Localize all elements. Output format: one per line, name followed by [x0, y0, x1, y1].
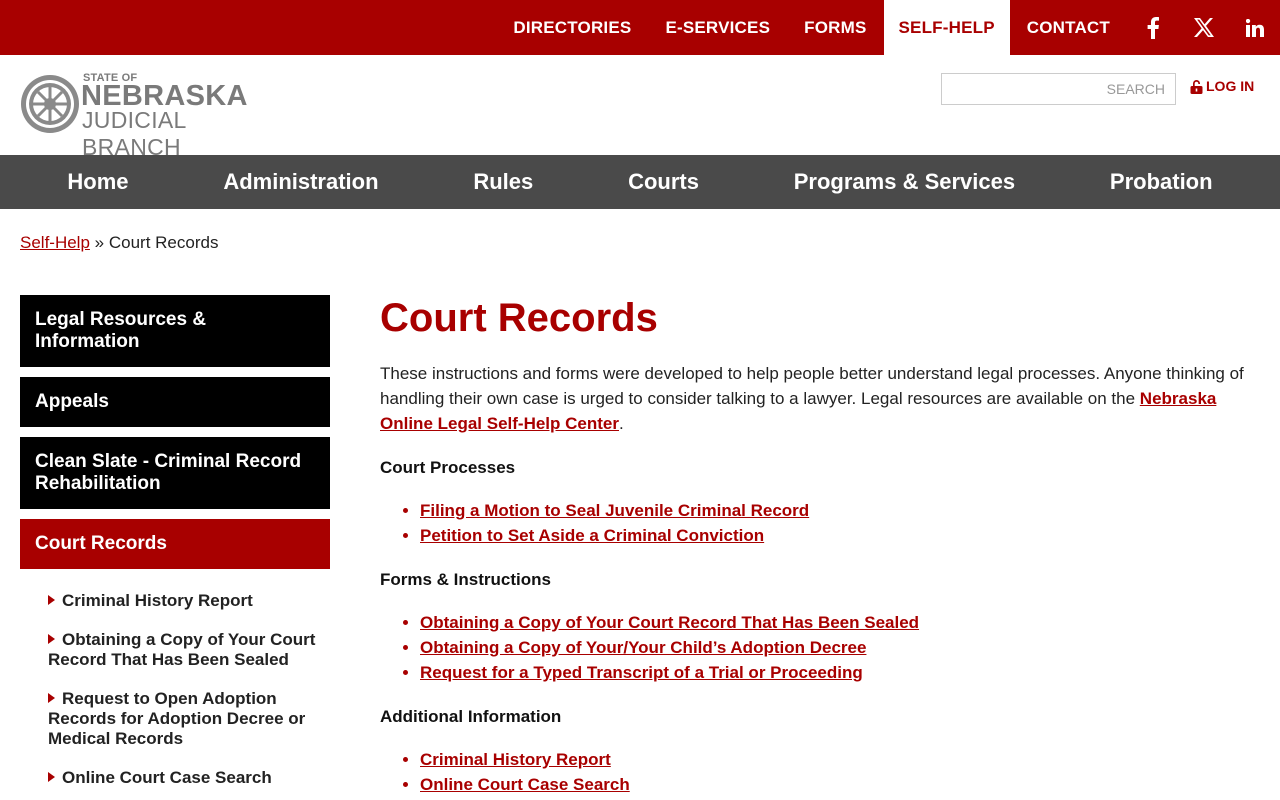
caret-right-icon [48, 634, 55, 644]
nav-home[interactable]: Home [67, 169, 128, 195]
logo-judicial-branch: JUDICIAL BRANCH [82, 107, 186, 160]
subnav-item: Online Court Case Search [48, 768, 330, 788]
breadcrumb-separator: » [94, 233, 105, 252]
top-nav: DIRECTORIES E-SERVICES FORMS SELF-HELP C… [496, 0, 1280, 55]
subnav-item: Request to Open Adoption Records for Ado… [48, 689, 330, 749]
search-input[interactable] [941, 73, 1176, 105]
nav-programs-services[interactable]: Programs & Services [794, 169, 1015, 195]
list-item: Online Court Case Search [420, 772, 1260, 797]
subnav-case-search[interactable]: Online Court Case Search [62, 768, 272, 787]
topnav-forms[interactable]: FORMS [787, 0, 883, 55]
forms-instructions-list: Obtaining a Copy of Your Court Record Th… [380, 610, 1260, 685]
caret-right-icon [48, 693, 55, 703]
breadcrumb: Self-Help » Court Records [20, 233, 218, 253]
section-heading-court-processes: Court Processes [380, 458, 516, 477]
topnav-contact[interactable]: CONTACT [1010, 0, 1127, 55]
intro-paragraph: These instructions and forms were develo… [380, 361, 1260, 436]
link-sealed-record-copy[interactable]: Obtaining a Copy of Your Court Record Th… [420, 613, 919, 632]
topnav-e-services[interactable]: E-SERVICES [648, 0, 787, 55]
judicial-seal-icon [21, 75, 79, 133]
sidebar-item-clean-slate[interactable]: Clean Slate - Criminal Record Rehabilita… [20, 437, 330, 509]
subnav-adoption-records[interactable]: Request to Open Adoption Records for Ado… [48, 689, 305, 748]
section-heading-additional-info: Additional Information [380, 707, 562, 726]
link-typed-transcript[interactable]: Request for a Typed Transcript of a Tria… [420, 663, 863, 682]
breadcrumb-self-help[interactable]: Self-Help [20, 233, 90, 252]
court-processes-list: Filing a Motion to Seal Juvenile Crimina… [380, 498, 1260, 548]
nav-courts[interactable]: Courts [628, 169, 699, 195]
intro-end: . [619, 414, 624, 433]
sidebar-item-appeals[interactable]: Appeals [20, 377, 330, 427]
login-link[interactable]: LOG IN [1190, 78, 1254, 94]
topnav-self-help[interactable]: SELF-HELP [883, 0, 1010, 55]
link-seal-juvenile-record[interactable]: Filing a Motion to Seal Juvenile Crimina… [420, 501, 809, 520]
x-twitter-icon[interactable] [1178, 0, 1229, 55]
list-item: Filing a Motion to Seal Juvenile Crimina… [420, 498, 1260, 523]
nav-administration[interactable]: Administration [223, 169, 378, 195]
main-content: Court Records These instructions and for… [380, 293, 1260, 800]
section-heading-forms-instructions: Forms & Instructions [380, 570, 551, 589]
sidebar: Legal Resources & Information Appeals Cl… [20, 295, 330, 800]
list-item: Obtaining a Copy of Your/Your Child’s Ad… [420, 635, 1260, 660]
nav-probation[interactable]: Probation [1110, 169, 1213, 195]
facebook-icon[interactable] [1127, 0, 1178, 55]
subnav-item: Obtaining a Copy of Your Court Record Th… [48, 630, 330, 670]
breadcrumb-current: Court Records [108, 233, 219, 252]
subnav-sealed-record-copy[interactable]: Obtaining a Copy of Your Court Record Th… [48, 630, 315, 669]
topnav-directories[interactable]: DIRECTORIES [496, 0, 648, 55]
sidebar-item-legal-resources[interactable]: Legal Resources & Information [20, 295, 330, 367]
list-item: Obtaining a Copy of Your Court Record Th… [420, 610, 1260, 635]
main-nav: Home Administration Rules Courts Program… [0, 155, 1280, 209]
subnav-criminal-history[interactable]: Criminal History Report [62, 591, 253, 610]
link-case-search[interactable]: Online Court Case Search [420, 775, 630, 794]
site-logo[interactable]: STATE OF NEBRASKA JUDICIAL BRANCH [20, 72, 280, 160]
subnav-item: Criminal History Report [48, 591, 330, 611]
lock-icon [1190, 79, 1203, 94]
list-item: Request for a Typed Transcript of a Tria… [420, 660, 1260, 685]
nav-rules[interactable]: Rules [473, 169, 533, 195]
list-item: Criminal History Report [420, 747, 1260, 772]
additional-info-list: Criminal History Report Online Court Cas… [380, 747, 1260, 797]
linkedin-icon[interactable] [1229, 0, 1280, 55]
link-adoption-decree-copy[interactable]: Obtaining a Copy of Your/Your Child’s Ad… [420, 638, 866, 657]
list-item: Petition to Set Aside a Criminal Convict… [420, 523, 1260, 548]
intro-text: These instructions and forms were develo… [380, 364, 1244, 408]
caret-right-icon [48, 595, 55, 605]
top-utility-bar: DIRECTORIES E-SERVICES FORMS SELF-HELP C… [0, 0, 1280, 55]
caret-right-icon [48, 772, 55, 782]
login-label: LOG IN [1206, 78, 1255, 94]
sidebar-subnav: Criminal History Report Obtaining a Copy… [20, 579, 330, 788]
link-set-aside-conviction[interactable]: Petition to Set Aside a Criminal Convict… [420, 526, 764, 545]
sidebar-item-court-records[interactable]: Court Records [20, 519, 330, 569]
link-criminal-history[interactable]: Criminal History Report [420, 750, 611, 769]
page-title: Court Records [380, 296, 658, 340]
